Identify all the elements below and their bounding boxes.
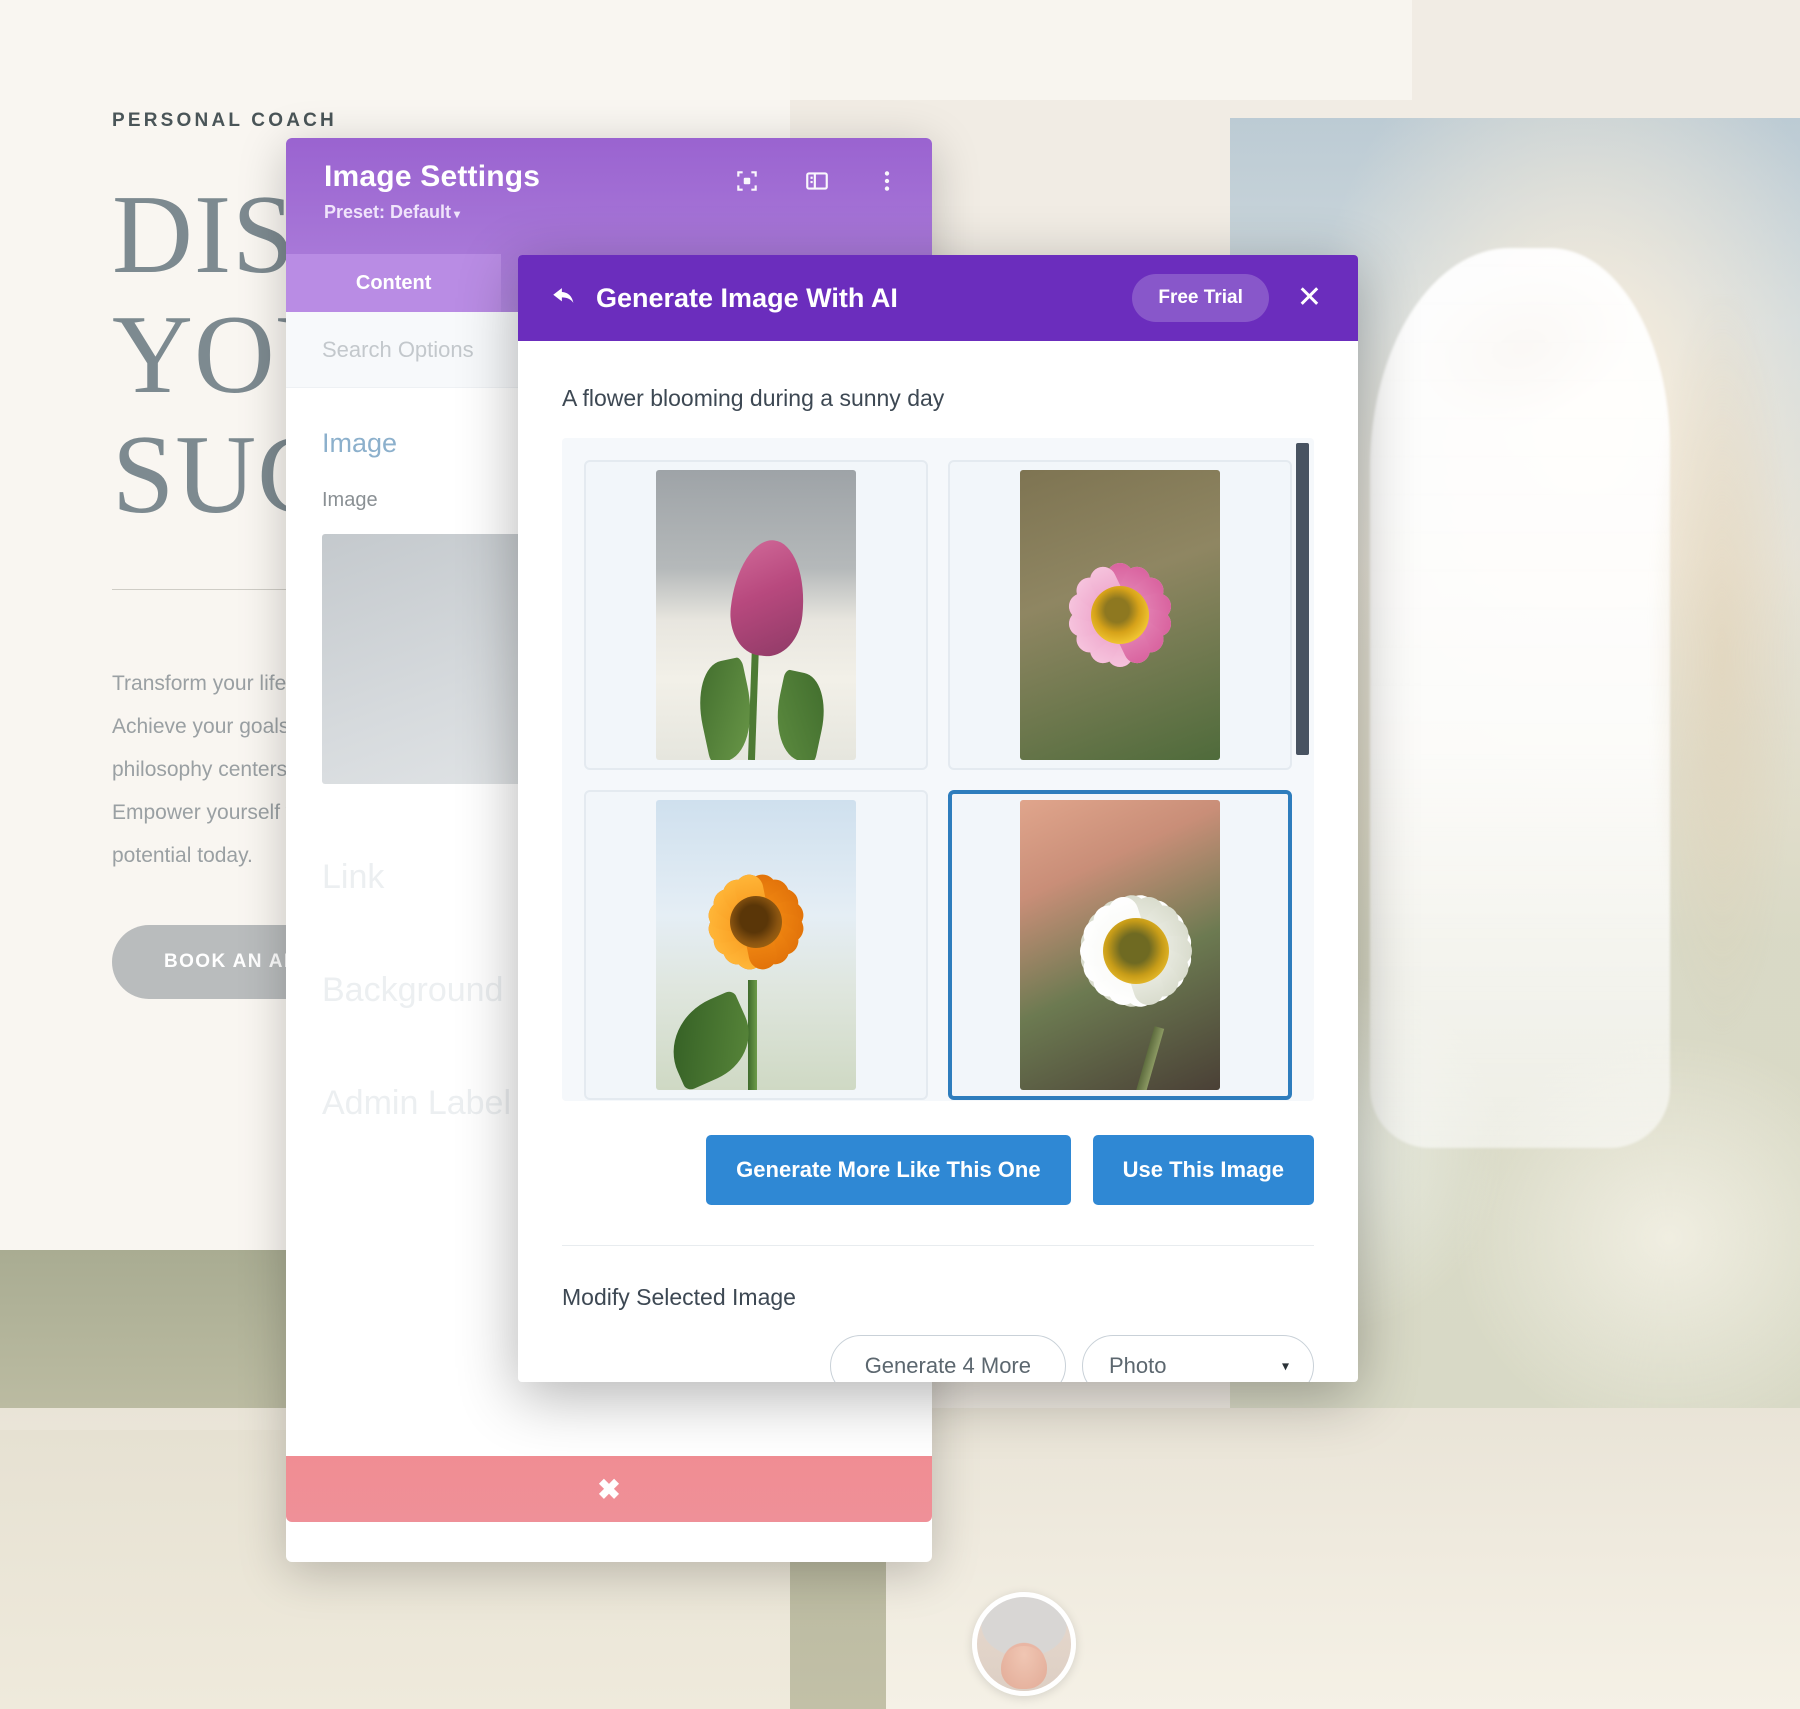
generated-images-panel	[562, 438, 1314, 1101]
ai-modal-content: A flower blooming during a sunny day Gen…	[518, 341, 1358, 1382]
focus-target-icon[interactable]	[734, 168, 760, 194]
avatar	[972, 1592, 1076, 1696]
image-style-value: Photo	[1109, 1353, 1167, 1378]
discard-changes-button[interactable]: ✖	[286, 1456, 932, 1522]
images-scrollbar[interactable]	[1296, 443, 1309, 755]
generated-image-white-daisy[interactable]	[948, 790, 1292, 1100]
pink-daisy-center	[1091, 586, 1149, 644]
ai-modal-header: Generate Image With AI Free Trial ✕	[518, 255, 1358, 341]
pink-daisy-thumbnail	[1020, 470, 1220, 760]
generated-image-tulip[interactable]	[584, 460, 928, 770]
more-vertical-icon[interactable]	[874, 168, 900, 194]
generated-images-grid	[584, 460, 1292, 1100]
layout-columns-icon[interactable]	[804, 168, 830, 194]
generated-image-orange-daisy[interactable]	[584, 790, 928, 1100]
preset-label: Preset: Default	[324, 202, 452, 222]
image-action-buttons: Generate More Like This One Use This Ima…	[562, 1101, 1314, 1205]
generated-image-pink-daisy[interactable]	[948, 460, 1292, 770]
orange-daisy-center	[730, 895, 782, 948]
orange-daisy-thumbnail	[656, 800, 856, 1090]
tulip-stem	[747, 643, 760, 760]
image-settings-footer: ✖	[286, 1456, 932, 1522]
back-arrow-icon[interactable]	[550, 283, 580, 313]
generate-more-like-this-button[interactable]: Generate More Like This One	[706, 1135, 1071, 1205]
generate-image-ai-modal: Generate Image With AI Free Trial ✕ A fl…	[518, 255, 1358, 1382]
close-icon[interactable]: ✕	[1291, 279, 1328, 317]
tulip-bud	[726, 536, 810, 660]
generate-4-more-button[interactable]: Generate 4 More	[829, 1335, 1066, 1382]
use-this-image-button[interactable]: Use This Image	[1092, 1135, 1314, 1205]
screen: PERSONAL COACH DISCOVER YOUR SUCCESS Tra…	[0, 0, 1800, 1709]
chevron-down-icon: ▾	[1281, 1357, 1289, 1374]
modify-selected-image-heading: Modify Selected Image	[562, 1284, 796, 1310]
chevron-down-icon: ▾	[454, 207, 461, 221]
hero-kicker: PERSONAL COACH	[112, 110, 337, 131]
free-trial-badge[interactable]: Free Trial	[1132, 274, 1269, 322]
modify-controls-row: Generate 4 More Photo ▾	[562, 1311, 1314, 1382]
hero-photo-reeds	[1540, 298, 1800, 1198]
tulip-thumbnail	[656, 470, 856, 760]
image-style-select[interactable]: Photo ▾	[1082, 1335, 1314, 1382]
tab-content[interactable]: Content	[286, 254, 502, 312]
image-settings-header-icons	[734, 168, 900, 194]
ai-modal-title: Generate Image With AI	[596, 282, 898, 313]
current-prompt-text: A flower blooming during a sunny day	[562, 385, 945, 411]
white-daisy-thumbnail	[1020, 800, 1220, 1090]
preset-selector[interactable]: Preset: Default ▾	[324, 202, 904, 223]
tulip-leaf-right	[767, 668, 833, 760]
image-settings-header: Image Settings Preset: Default ▾	[286, 138, 932, 254]
white-daisy-center	[1103, 917, 1169, 984]
